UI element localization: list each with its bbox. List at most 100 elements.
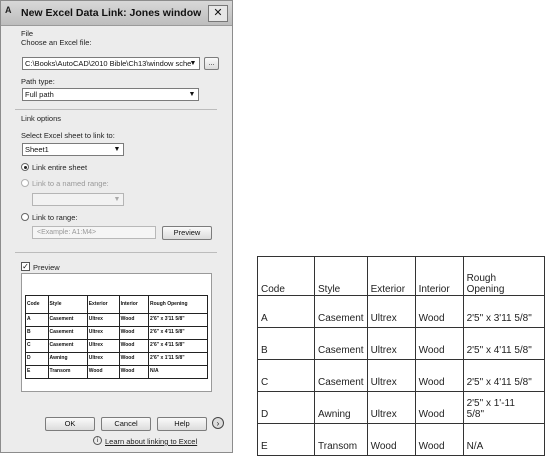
table-row: B Casement Ultrex Wood 2'5" x 4'11 5/8" (257, 327, 545, 360)
table-cell: Ultrex (86, 326, 120, 340)
file-section-label: File (21, 29, 34, 38)
close-icon[interactable]: ✕ (208, 5, 228, 22)
table-cell: 2'6" x 4'11 5/8" (148, 326, 208, 340)
link-named-range-label: Link to a named range: (32, 179, 109, 188)
table-cell: N/A (148, 365, 208, 379)
table-cell: Wood (366, 423, 416, 456)
chevron-down-icon: ▼ (113, 146, 121, 153)
link-named-range-radio[interactable] (21, 179, 29, 187)
table-header-cell: Style (47, 295, 88, 314)
table-cell: Ultrex (366, 391, 416, 424)
table-cell: Ultrex (86, 352, 120, 366)
table-cell: Wood (414, 423, 464, 456)
excel-table: Code Style Exterior Interior Rough Openi… (257, 256, 545, 456)
table-row: D Awning Ultrex Wood 2'5" x 1'-11 5/8" (257, 391, 545, 424)
table-row: C Casement Ultrex Wood 2'5" x 4'11 5/8" (257, 359, 545, 392)
table-cell: Awning (314, 391, 368, 424)
divider (15, 252, 217, 253)
table-row: C Casement Ultrex Wood 2'6" x 4'11 5/8" (25, 339, 208, 353)
table-row: D Awning Ultrex Wood 2'6" x 1'11 5/8" (25, 352, 208, 366)
preview-pane: Code Style Exterior Interior Rough Openi… (21, 273, 212, 392)
autocad-app-icon: A (5, 5, 12, 15)
table-cell: 2'6" x 4'11 5/8" (148, 339, 208, 353)
ok-button[interactable]: OK (45, 417, 95, 431)
table-header-cell: Interior (414, 256, 464, 296)
table-cell: C (25, 339, 49, 353)
table-cell: D (25, 352, 49, 366)
table-row: Code Style Exterior Interior Rough Openi… (257, 256, 545, 296)
table-cell: E (25, 365, 49, 379)
table-cell: Wood (414, 391, 464, 424)
table-row: A Casement Ultrex Wood 2'5" x 3'11 5/8" (257, 295, 545, 328)
table-cell: D (257, 391, 315, 424)
table-header-cell: Rough Opening (462, 256, 545, 296)
excel-data-link-dialog: A New Excel Data Link: Jones window sche… (0, 0, 233, 453)
table-cell: Ultrex (86, 313, 120, 327)
table-cell: 2'5" x 4'11 5/8" (462, 359, 545, 392)
range-input[interactable]: <Example: A1:M4> (32, 226, 156, 239)
table-header-cell: Exterior (366, 256, 416, 296)
table-cell: B (25, 326, 49, 340)
select-sheet-label: Select Excel sheet to link to: (21, 131, 115, 140)
named-range-select[interactable]: ▼ (32, 193, 124, 206)
table-header-cell: Style (314, 256, 368, 296)
path-type-label: Path type: (21, 77, 55, 86)
table-row: A Casement Ultrex Wood 2'6" x 3'11 5/8" (25, 313, 208, 327)
table-row: E Transom Wood Wood N/A (257, 423, 545, 456)
table-cell: A (257, 295, 315, 328)
choose-file-label: Choose an Excel file: (21, 38, 92, 47)
table-cell: B (257, 327, 315, 360)
table-cell: Casement (47, 313, 88, 327)
dialog-titlebar[interactable]: A New Excel Data Link: Jones window sche… (1, 1, 232, 26)
table-header-cell: Code (257, 256, 315, 296)
help-button[interactable]: Help (157, 417, 207, 431)
table-cell: N/A (462, 423, 545, 456)
table-header-cell: Code (25, 295, 49, 314)
cancel-button[interactable]: Cancel (101, 417, 151, 431)
table-cell: Ultrex (366, 359, 416, 392)
link-to-range-radio[interactable] (21, 213, 29, 221)
table-cell: Wood (118, 339, 150, 353)
learn-linking-link[interactable]: Learn about linking to Excel (105, 437, 197, 446)
preview-check-label: Preview (33, 263, 60, 272)
table-cell: Wood (118, 313, 150, 327)
preview-table: Code Style Exterior Interior Rough Openi… (25, 295, 208, 379)
browse-file-button[interactable]: ... (204, 57, 219, 70)
link-to-range-label: Link to range: (32, 213, 78, 222)
table-cell: Wood (86, 365, 120, 379)
table-header-cell: Exterior (86, 295, 120, 314)
table-cell: Ultrex (366, 327, 416, 360)
preview-button[interactable]: Preview (162, 226, 212, 240)
chevron-down-icon: ▼ (189, 60, 197, 67)
chevron-down-icon: ▼ (188, 91, 196, 98)
more-options-icon[interactable]: › (212, 417, 224, 429)
chevron-down-icon: ▼ (113, 196, 121, 203)
table-header-cell: Interior (118, 295, 150, 314)
excel-file-select[interactable]: C:\Books\AutoCAD\2010 Bible\Ch13\window … (22, 57, 200, 70)
path-type-value: Full path (25, 90, 54, 99)
table-cell: Casement (47, 339, 88, 353)
table-cell: 2'5" x 4'11 5/8" (462, 327, 545, 360)
link-options-section-label: Link options (21, 114, 62, 123)
table-cell: 2'6" x 1'11 5/8" (148, 352, 208, 366)
link-entire-sheet-label: Link entire sheet (32, 163, 88, 172)
link-entire-sheet-radio[interactable] (21, 163, 29, 171)
preview-checkbox[interactable]: ✓ (21, 262, 30, 271)
table-cell: 2'6" x 3'11 5/8" (148, 313, 208, 327)
table-cell: 2'5" x 3'11 5/8" (462, 295, 545, 328)
path-type-select[interactable]: Full path ▼ (22, 88, 199, 101)
table-cell: Casement (314, 327, 368, 360)
table-cell: Transom (314, 423, 368, 456)
table-row: Code Style Exterior Interior Rough Openi… (25, 295, 208, 314)
sheet-select[interactable]: Sheet1 ▼ (22, 143, 124, 156)
table-row: E Transom Wood Wood N/A (25, 365, 208, 379)
table-cell: Wood (118, 365, 150, 379)
table-cell: Ultrex (366, 295, 416, 328)
table-header-cell: Rough Opening (148, 295, 208, 314)
table-cell: Transom (47, 365, 88, 379)
table-cell: Casement (314, 295, 368, 328)
info-icon: i (93, 436, 102, 445)
table-cell: Awning (47, 352, 88, 366)
table-cell: Wood (118, 326, 150, 340)
table-cell: Wood (414, 327, 464, 360)
